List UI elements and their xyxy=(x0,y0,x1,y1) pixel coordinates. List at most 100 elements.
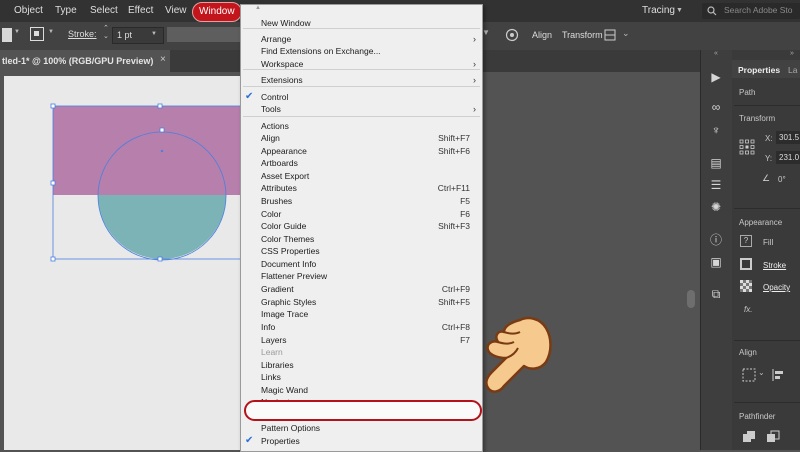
chevron-down-icon[interactable]: ▼ xyxy=(482,28,490,37)
menu-item-document-info[interactable]: Document Info xyxy=(241,258,482,270)
menu-item-libraries[interactable]: Libraries xyxy=(241,359,482,371)
x-field[interactable]: 301.5 xyxy=(776,131,800,144)
brush-icon[interactable]: ♆ xyxy=(709,123,723,137)
transform-button[interactable]: Transform xyxy=(562,30,603,40)
menu-select[interactable]: Select xyxy=(90,0,118,22)
align-to-icon[interactable] xyxy=(742,368,756,382)
menu-item-label: Find Extensions on Exchange... xyxy=(261,46,381,56)
artwork[interactable] xyxy=(40,96,250,276)
image-icon[interactable]: ▣ xyxy=(709,255,723,269)
menu-item-workspace[interactable]: Workspace › xyxy=(241,58,482,70)
chevron-down-icon[interactable]: ▼ xyxy=(14,29,20,35)
menu-item-links[interactable]: Links xyxy=(241,371,482,383)
chevron-down-icon[interactable]: ▼ xyxy=(676,7,683,14)
menu-item-layers[interactable]: Layers F7 xyxy=(241,334,482,346)
align-left-icon[interactable] xyxy=(772,368,786,382)
menu-item-graphic-styles[interactable]: Graphic Styles Shift+F5 xyxy=(241,296,482,308)
tab-layers[interactable]: La xyxy=(788,65,797,75)
menu-item-gradient[interactable]: Gradient Ctrl+F9 xyxy=(241,283,482,295)
menu-type[interactable]: Type xyxy=(55,0,77,22)
menu-separator xyxy=(243,86,480,87)
stroke-label[interactable]: Stroke: xyxy=(68,29,97,39)
menu-item-color-themes[interactable]: Color Themes xyxy=(241,233,482,245)
menu-item-css-properties[interactable]: CSS Properties xyxy=(241,245,482,257)
rotate-value[interactable]: 0° xyxy=(778,175,786,184)
menu-item-label: Color xyxy=(261,209,282,219)
recolor-icon[interactable] xyxy=(505,28,519,42)
menu-item-pattern-options[interactable]: Pattern Options xyxy=(241,422,482,434)
menu-item-label: Layers xyxy=(261,335,287,345)
vertical-scrollbar-thumb[interactable] xyxy=(687,290,695,308)
menu-item-label: Properties xyxy=(261,436,300,446)
menu-item-image-trace[interactable]: Image Trace xyxy=(241,308,482,320)
menu-item-control[interactable]: ✔ Control xyxy=(241,91,482,103)
menu-item-artboards[interactable]: Artboards xyxy=(241,157,482,169)
tab-properties[interactable]: Properties xyxy=(738,65,780,75)
stroke-stepper[interactable]: ⌃ ⌄ xyxy=(103,25,109,41)
menu-item-tools[interactable]: Tools › xyxy=(241,103,482,115)
menu-item-label: Learn xyxy=(261,347,283,357)
stroke-weight-field[interactable]: 1 pt ▼ xyxy=(112,27,164,44)
menu-effect[interactable]: Effect xyxy=(128,0,153,22)
chevron-down-icon[interactable]: ⌄ xyxy=(758,368,765,377)
menu-window[interactable]: Window xyxy=(192,2,242,22)
fill-swatch[interactable] xyxy=(2,28,12,42)
menu-object[interactable]: Object xyxy=(14,0,43,22)
document-tab[interactable]: tled-1* @ 100% (RGB/GPU Preview) × xyxy=(0,50,170,72)
minus-front-icon[interactable] xyxy=(766,430,780,444)
export-icon[interactable]: ⧉ xyxy=(709,287,723,301)
align-section-title: Align xyxy=(739,348,757,357)
y-field[interactable]: 231.0 xyxy=(776,151,800,164)
gradient-icon[interactable]: ▤ xyxy=(709,156,723,170)
menu-item-label: Color Guide xyxy=(261,221,307,231)
menu-item-extensions[interactable]: Extensions › xyxy=(241,74,482,86)
chevron-down-icon[interactable]: ⌄ xyxy=(622,28,630,39)
menu-item-actions[interactable]: Actions xyxy=(241,120,482,132)
close-icon[interactable]: × xyxy=(160,54,166,65)
menu-item-properties[interactable]: ✔ Properties xyxy=(241,435,482,447)
menu-scroll-up-icon[interactable]: ▲ xyxy=(255,5,261,11)
menu-item-label: Control xyxy=(261,92,289,102)
stroke-link[interactable]: Stroke xyxy=(763,261,786,270)
pathfinder-highlight-outline xyxy=(244,400,482,421)
menu-item-label: Magic Wand xyxy=(261,385,308,395)
unite-icon[interactable] xyxy=(742,430,756,444)
fx-button[interactable]: fx. xyxy=(744,305,752,314)
info-icon[interactable]: ⓘ xyxy=(709,233,723,247)
collapse-icon[interactable]: « xyxy=(714,50,718,57)
play-icon[interactable]: ▶ xyxy=(709,70,723,84)
menu-item-color[interactable]: Color F6 xyxy=(241,208,482,220)
stroke-swatch[interactable] xyxy=(30,27,44,41)
menu-item-label: Tools xyxy=(261,104,281,114)
menu-item-arrange[interactable]: Arrange › xyxy=(241,33,482,45)
y-label: Y: xyxy=(765,154,773,163)
color-icon[interactable]: ✺ xyxy=(709,200,723,214)
links-icon[interactable]: ∞ xyxy=(709,100,723,114)
reference-point-icon[interactable] xyxy=(739,139,755,155)
menu-item-flattener-preview[interactable]: Flattener Preview xyxy=(241,270,482,282)
isolate-icon[interactable] xyxy=(604,29,616,41)
search-input[interactable]: Search Adobe Sto xyxy=(702,3,800,19)
chevron-down-icon[interactable]: ▼ xyxy=(48,29,54,35)
menu-item-color-guide[interactable]: Color Guide Shift+F3 xyxy=(241,220,482,232)
align-button[interactable]: Align xyxy=(532,30,552,40)
fill-swatch-icon[interactable]: ? xyxy=(740,235,752,247)
tracing-workspace[interactable]: Tracing xyxy=(642,0,675,22)
menu-view[interactable]: View xyxy=(165,0,187,22)
collapse-icon[interactable]: » xyxy=(790,50,794,57)
menu-item-find-extensions-on-exchange[interactable]: Find Extensions on Exchange... xyxy=(241,45,482,57)
menu-item-magic-wand[interactable]: Magic Wand xyxy=(241,384,482,396)
menu-item-align[interactable]: Align Shift+F7 xyxy=(241,132,482,144)
variable-width-field[interactable] xyxy=(167,27,240,42)
menu-item-asset-export[interactable]: Asset Export xyxy=(241,170,482,182)
menu-item-new-window[interactable]: New Window xyxy=(241,17,482,29)
chevron-right-icon: › xyxy=(473,75,476,85)
menu-item-attributes[interactable]: Attributes Ctrl+F11 xyxy=(241,182,482,194)
opacity-link[interactable]: Opacity xyxy=(763,283,790,292)
stroke-swatch-icon[interactable] xyxy=(740,258,752,270)
stroke-icon[interactable]: ☰ xyxy=(709,178,723,192)
menu-item-appearance[interactable]: Appearance Shift+F6 xyxy=(241,145,482,157)
menu-item-info[interactable]: Info Ctrl+F8 xyxy=(241,321,482,333)
fill-label[interactable]: Fill xyxy=(763,238,773,247)
menu-item-brushes[interactable]: Brushes F5 xyxy=(241,195,482,207)
